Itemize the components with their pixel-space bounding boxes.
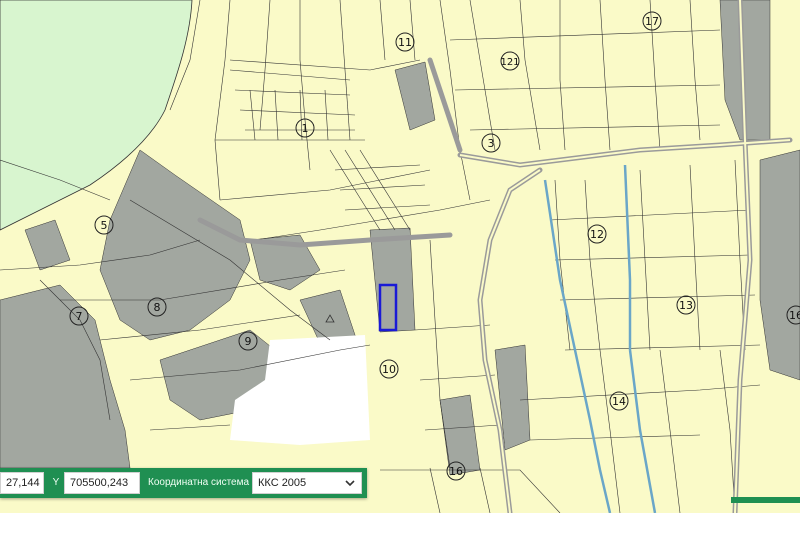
- district-label: 121: [500, 57, 519, 68]
- y-coordinate-label: Y: [52, 477, 60, 488]
- loading-bar: [731, 497, 800, 503]
- y-coordinate-field[interactable]: 705500,243: [64, 472, 140, 494]
- map-viewport: 11 17 121 1 3 5 12 8 7 9 13 10 14 16 16 27,144 Y 70550…: [0, 0, 800, 533]
- district-label: 14: [612, 395, 626, 408]
- crs-select-value: ККС 2005: [258, 477, 307, 489]
- chevron-down-icon: [345, 480, 355, 487]
- district-label: 10: [382, 363, 396, 376]
- district-label: 9: [245, 335, 252, 348]
- district-label: 8: [154, 301, 161, 314]
- coordinate-toolbar: 27,144 Y 705500,243 Координатна система …: [0, 468, 367, 498]
- district-label: 16: [789, 309, 800, 322]
- district-label: 16: [449, 465, 463, 478]
- bottom-strip: [0, 513, 800, 533]
- district-label: 3: [488, 137, 495, 150]
- district-label: 11: [398, 36, 412, 49]
- cadastral-map[interactable]: 1117121135128791310141616: [0, 0, 800, 513]
- district-label: 5: [101, 219, 108, 232]
- x-coordinate-field[interactable]: 27,144: [0, 472, 44, 494]
- district-label: 13: [679, 299, 693, 312]
- crs-label: Координатна система: [148, 477, 250, 488]
- district-label: 17: [645, 15, 659, 28]
- district-label: 12: [590, 228, 604, 241]
- district-label: 1: [302, 122, 309, 135]
- crs-select[interactable]: ККС 2005: [252, 472, 362, 494]
- district-label: 7: [76, 310, 83, 323]
